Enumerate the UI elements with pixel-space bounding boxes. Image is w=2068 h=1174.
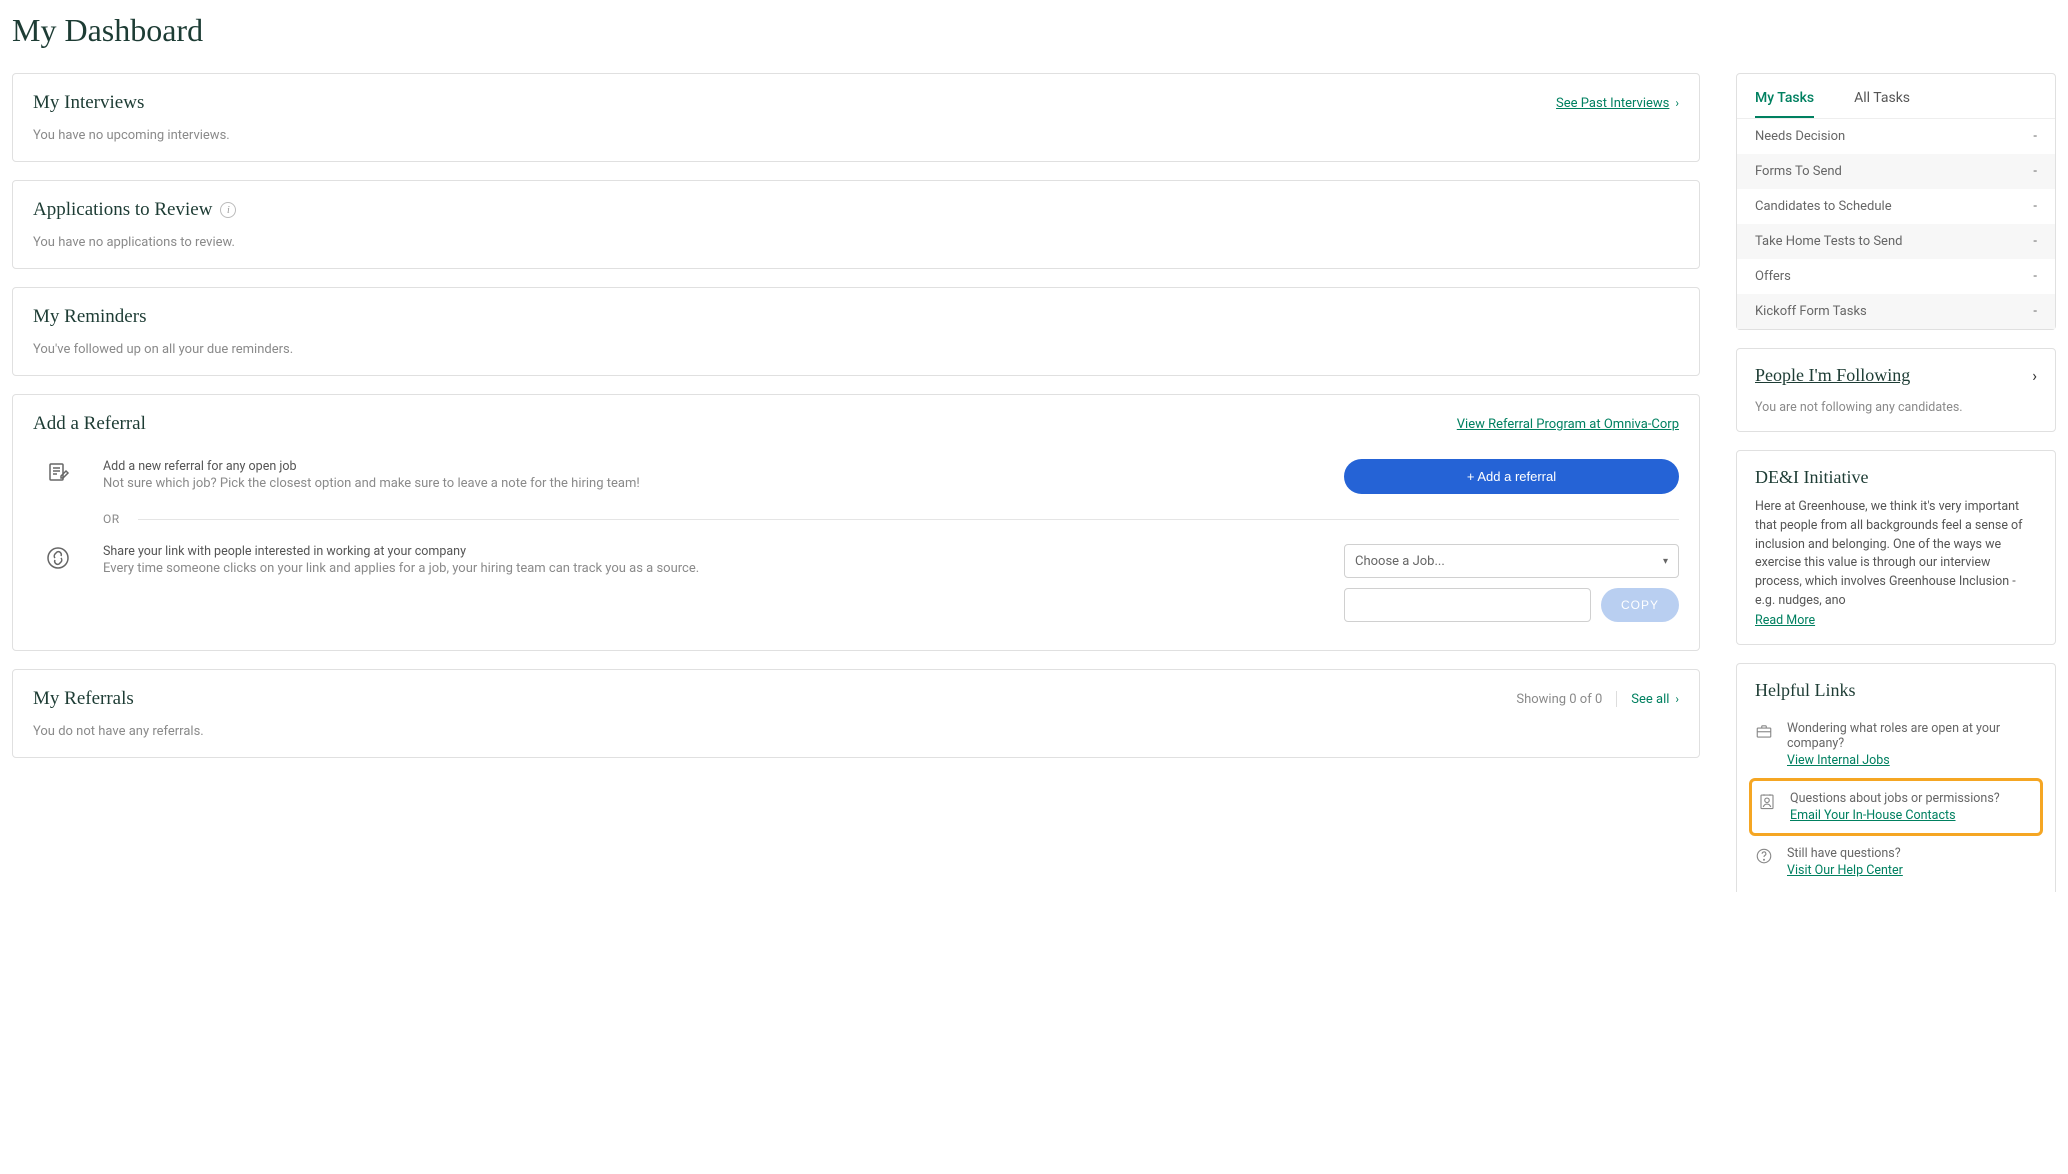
task-label: Candidates to Schedule: [1755, 199, 1892, 214]
applications-card: Applications to Review i You have no app…: [12, 180, 1700, 269]
referral-add-head: Add a new referral for any open job: [103, 459, 1324, 474]
interviews-title: My Interviews: [33, 92, 144, 114]
task-row[interactable]: Needs Decision -: [1737, 119, 2055, 154]
interviews-empty: You have no upcoming interviews.: [33, 128, 1679, 143]
reminders-title: My Reminders: [33, 306, 146, 328]
dei-body: Here at Greenhouse, we think it's very i…: [1755, 498, 2037, 611]
read-more-link[interactable]: Read More: [1755, 613, 1815, 628]
question-icon: [1755, 846, 1775, 869]
task-row[interactable]: Kickoff Form Tasks -: [1737, 294, 2055, 329]
tab-all-tasks[interactable]: All Tasks: [1854, 90, 1910, 118]
help-center-link[interactable]: Visit Our Help Center: [1787, 863, 1903, 878]
helpful-link-still: Still have questions? Visit Our Help Cen…: [1755, 836, 2037, 888]
my-referrals-empty: You do not have any referrals.: [33, 724, 1679, 739]
task-value: -: [2033, 129, 2037, 144]
divider: [138, 519, 1679, 520]
chevron-right-icon: ›: [1675, 96, 1679, 110]
task-value: -: [2033, 234, 2037, 249]
task-value: -: [2033, 199, 2037, 214]
task-value: -: [2033, 164, 2037, 179]
referral-share-body: Every time someone clicks on your link a…: [103, 561, 1324, 576]
reminders-card: My Reminders You've followed up on all y…: [12, 287, 1700, 376]
interviews-card: My Interviews See Past Interviews › You …: [12, 73, 1700, 162]
dei-card: DE&I Initiative Here at Greenhouse, we t…: [1736, 450, 2056, 645]
page-title: My Dashboard: [12, 12, 2056, 49]
dei-title: DE&I Initiative: [1755, 467, 2037, 488]
my-referrals-title: My Referrals: [33, 688, 134, 710]
tasks-card: My Tasks All Tasks Needs Decision - Form…: [1736, 73, 2056, 330]
tab-my-tasks[interactable]: My Tasks: [1755, 90, 1814, 118]
referral-card: Add a Referral View Referral Program at …: [12, 394, 1700, 651]
roles-question: Wondering what roles are open at your co…: [1787, 721, 2037, 751]
referral-add-body: Not sure which job? Pick the closest opt…: [103, 476, 1324, 491]
reminders-empty: You've followed up on all your due remin…: [33, 342, 1679, 357]
or-label: OR: [103, 512, 120, 526]
my-referrals-card: My Referrals Showing 0 of 0 See all › Yo…: [12, 669, 1700, 758]
chevron-right-icon: ›: [1675, 692, 1679, 706]
contact-card-icon: [1758, 791, 1778, 814]
briefcase-icon: [1755, 721, 1775, 744]
task-row[interactable]: Candidates to Schedule -: [1737, 189, 2055, 224]
helpful-link-permissions: Questions about jobs or permissions? Ema…: [1756, 787, 2036, 827]
following-card: People I'm Following › You are not follo…: [1736, 348, 2056, 432]
choose-job-select[interactable]: Choose a Job... ▾: [1344, 544, 1679, 578]
task-label: Take Home Tests to Send: [1755, 234, 1902, 249]
applications-empty: You have no applications to review.: [33, 235, 1679, 250]
see-all-referrals-link[interactable]: See all ›: [1631, 692, 1679, 707]
see-past-interviews-link[interactable]: See Past Interviews ›: [1556, 96, 1679, 111]
copy-button[interactable]: COPY: [1601, 588, 1679, 622]
task-row[interactable]: Take Home Tests to Send -: [1737, 224, 2055, 259]
following-title[interactable]: People I'm Following: [1755, 365, 1910, 386]
edit-document-icon: [33, 459, 83, 485]
see-all-label: See all: [1631, 692, 1669, 707]
task-label: Needs Decision: [1755, 129, 1845, 144]
following-empty: You are not following any candidates.: [1755, 400, 2037, 415]
referral-program-link[interactable]: View Referral Program at Omniva-Corp: [1457, 417, 1679, 432]
info-icon[interactable]: i: [220, 202, 236, 218]
email-contacts-link[interactable]: Email Your In-House Contacts: [1790, 808, 1956, 823]
task-value: -: [2033, 269, 2037, 284]
helpful-link-roles: Wondering what roles are open at your co…: [1755, 711, 2037, 778]
chevron-right-icon[interactable]: ›: [2032, 366, 2037, 385]
add-referral-button[interactable]: + Add a referral: [1344, 459, 1679, 494]
view-internal-jobs-link[interactable]: View Internal Jobs: [1787, 753, 1890, 768]
referral-share-head: Share your link with people interested i…: [103, 544, 1324, 559]
choose-job-placeholder: Choose a Job...: [1355, 554, 1445, 569]
referral-title: Add a Referral: [33, 413, 146, 435]
task-label: Offers: [1755, 269, 1791, 284]
task-label: Forms To Send: [1755, 164, 1842, 179]
highlighted-help-link: Questions about jobs or permissions? Ema…: [1749, 778, 2043, 836]
task-row[interactable]: Forms To Send -: [1737, 154, 2055, 189]
applications-title: Applications to Review i: [33, 199, 236, 221]
task-value: -: [2033, 304, 2037, 319]
still-question: Still have questions?: [1787, 846, 2037, 861]
caret-down-icon: ▾: [1663, 556, 1668, 567]
link-icon: [33, 544, 83, 570]
helpful-links-title: Helpful Links: [1755, 680, 2037, 701]
helpful-links-card: Helpful Links Wondering what roles are o…: [1736, 663, 2056, 892]
task-row[interactable]: Offers -: [1737, 259, 2055, 294]
task-label: Kickoff Form Tasks: [1755, 304, 1867, 319]
applications-title-text: Applications to Review: [33, 199, 212, 221]
divider: [1616, 691, 1617, 707]
see-past-interviews-label: See Past Interviews: [1556, 96, 1669, 111]
permissions-question: Questions about jobs or permissions?: [1790, 791, 2034, 806]
showing-count: Showing 0 of 0: [1516, 692, 1602, 707]
share-link-input[interactable]: [1344, 588, 1591, 622]
